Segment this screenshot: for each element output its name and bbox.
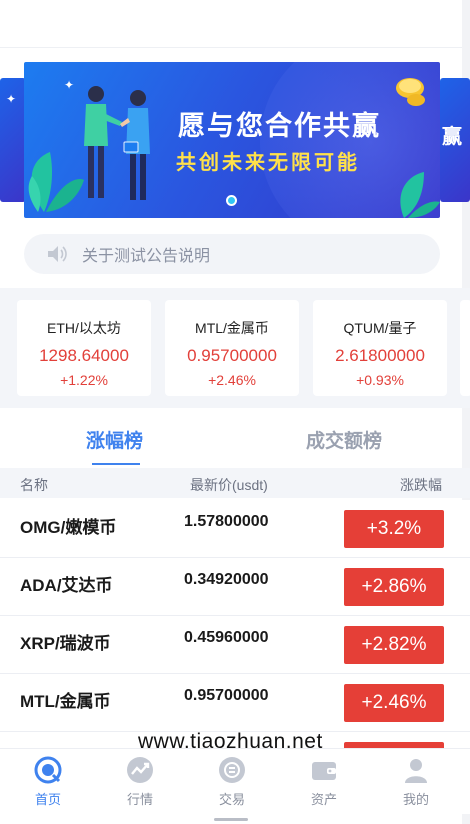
column-header-name: 名称 [20,477,48,493]
banner-subtitle: 共创未来无限可能 [176,152,360,174]
coin-price: 0.34920000 [184,571,269,588]
coin-price: 0.45960000 [184,629,269,646]
ticker-change: +1.22% [60,372,108,388]
nav-assets[interactable]: 资产 [294,755,354,808]
ticker-card[interactable]: ETH/以太坊 1298.64000 +1.22% [17,300,151,396]
change-badge: +2.86% [344,568,444,606]
banner-next-slide[interactable]: 赢 [440,78,470,202]
table-row[interactable]: OMG/嫩模币 1.57800000 +3.2% [0,500,470,558]
ticker-price: 1298.64000 [39,346,129,365]
table-header: 名称 最新价(usdt) 涨跌幅 [0,468,470,498]
ticker-card-partial[interactable] [460,300,470,396]
coin-price: 1.57800000 [184,513,269,530]
plant-decoration-icon [400,172,440,218]
handshake-illustration-icon [28,86,150,212]
change-badge: +3.2% [344,510,444,548]
user-icon [405,759,427,783]
nav-label: 交易 [218,792,245,807]
ticker-price: 0.95700000 [187,346,277,365]
coin-name: XRP/瑞波币 [20,634,111,653]
banner-slide[interactable]: ✦ ✦ [24,62,440,218]
nav-trade[interactable]: 交易 [202,755,262,808]
column-header-change: 涨跌幅 [400,477,442,493]
coin-name: OMG/嫩模币 [20,518,117,537]
tab-volume[interactable]: 成交额榜 [306,426,382,453]
nav-home[interactable]: 首页 [18,755,78,808]
banner-prev-slide[interactable]: ✦ [0,78,26,202]
ticker-card[interactable]: QTUM/量子 2.61800000 +0.93% [313,300,447,396]
wallet-icon [312,762,336,780]
home-icon [34,756,62,784]
nav-label: 资产 [310,792,337,807]
coin-price: 0.95700000 [184,687,269,704]
ticker-name: ETH/以太坊 [47,320,121,336]
announcement-text: 关于测试公告说明 [82,248,211,265]
column-header-price: 最新价(usdt) [190,477,268,493]
speaker-icon [48,246,67,262]
ranking-tabs: 涨幅榜 成交额榜 [0,410,470,466]
bottom-nav: 首页 行情 交易 资产 我的 [0,748,470,814]
ticker-card[interactable]: MTL/金属币 0.95700000 +2.46% [165,300,299,396]
active-tab-indicator [92,463,140,465]
ticker-name: QTUM/量子 [343,320,417,336]
nav-label: 首页 [34,792,61,807]
ticker-strip[interactable]: ETH/以太坊 1298.64000 +1.22% MTL/金属币 0.9570… [0,288,470,408]
change-badge: +2.46% [344,684,444,722]
ticker-price: 2.61800000 [335,346,425,365]
home-indicator [214,818,248,821]
nav-label: 行情 [126,792,153,807]
banner-carousel[interactable]: ✦ 赢 ✦ ✦ [0,60,470,220]
banner-side-text: 赢 [442,126,462,148]
carousel-indicator-dot[interactable] [226,195,237,206]
gold-coins-icon [396,78,425,106]
table-row[interactable]: MTL/金属币 0.95700000 +2.46% [0,674,470,732]
ticker-change: +2.46% [208,372,256,388]
market-trend-icon [127,757,153,783]
table-row[interactable]: ADA/艾达币 0.34920000 +2.86% [0,558,470,616]
ticker-name: MTL/金属币 [195,320,269,336]
ticker-change: +0.93% [356,372,404,388]
nav-label: 我的 [402,792,429,807]
change-badge: +2.82% [344,626,444,664]
coin-name: ADA/艾达币 [20,576,113,595]
nav-profile[interactable]: 我的 [386,755,446,808]
coin-name: MTL/金属币 [20,692,111,711]
top-bar [0,0,470,48]
table-row[interactable]: XRP/瑞波币 0.45960000 +2.82% [0,616,470,674]
trade-icon [219,757,245,783]
announcement-bar[interactable]: 关于测试公告说明 [24,234,440,274]
banner-title: 愿与您合作共赢 [178,111,381,141]
tab-gainers[interactable]: 涨幅榜 [86,426,143,453]
nav-market[interactable]: 行情 [110,755,170,808]
